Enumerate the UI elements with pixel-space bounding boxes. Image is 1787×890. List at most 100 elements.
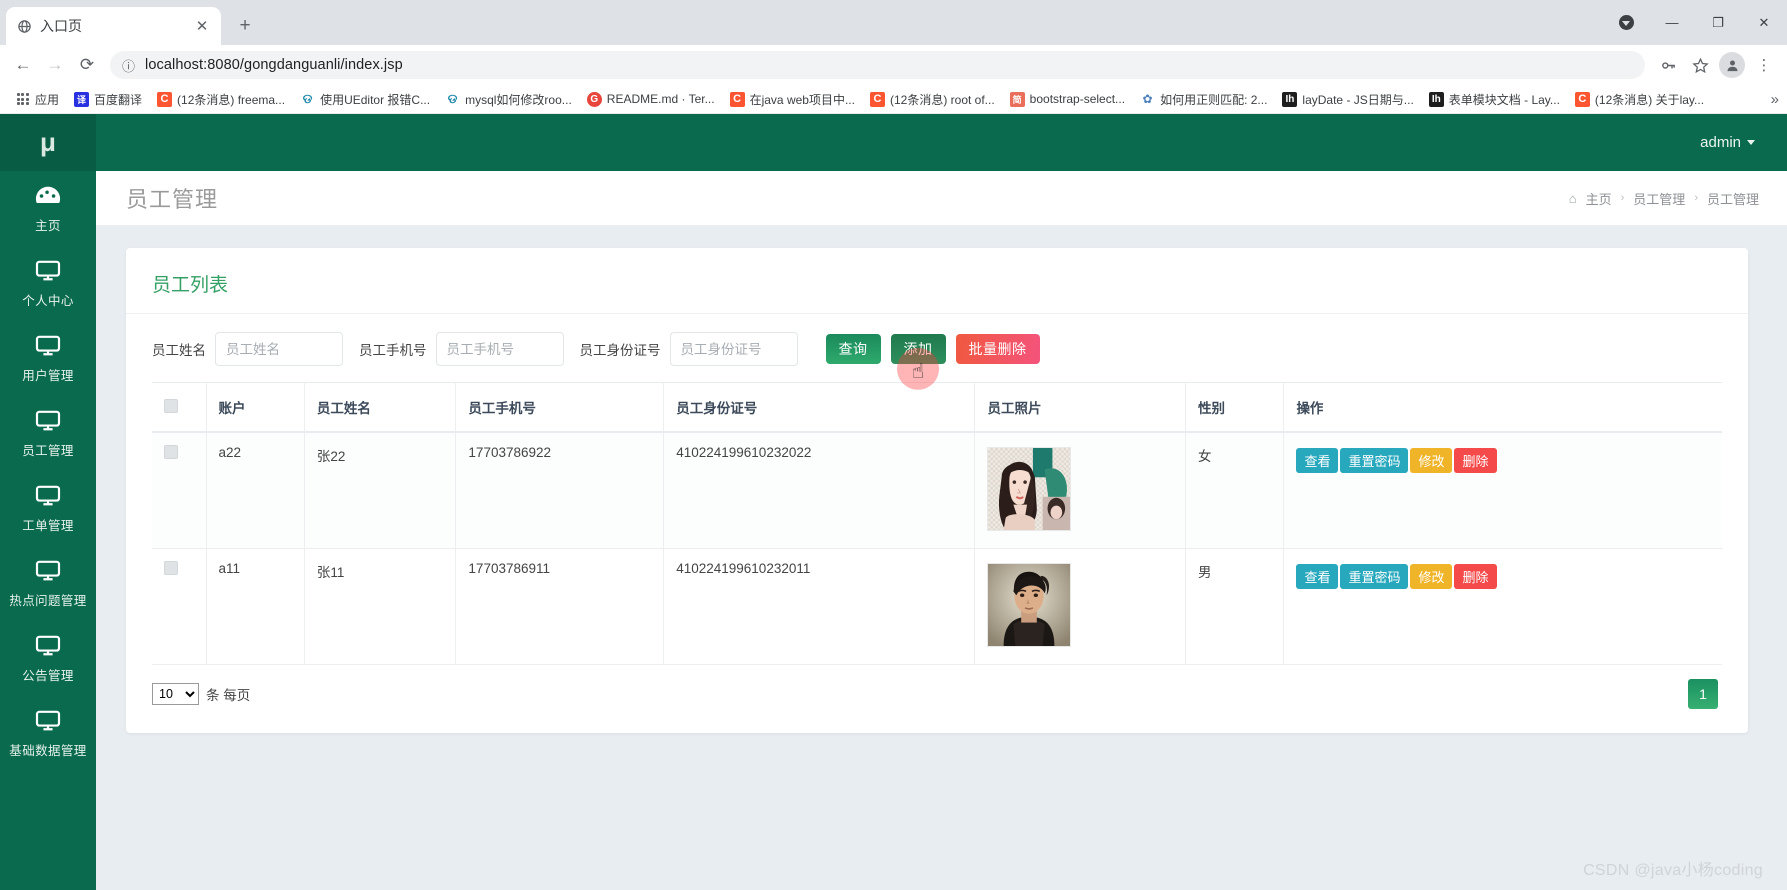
maximize-button[interactable]: ❐: [1695, 7, 1741, 39]
reset-password-button[interactable]: 重置密码: [1340, 563, 1409, 589]
monitor-icon: [33, 634, 63, 658]
edit-button[interactable]: 修改: [1410, 563, 1453, 589]
sidebar-item-home[interactable]: 主页: [0, 171, 96, 246]
back-button[interactable]: ←: [8, 50, 38, 80]
kebab-menu-icon[interactable]: ⋮: [1749, 50, 1779, 80]
page-button-1[interactable]: 1: [1688, 678, 1718, 709]
sidebar-item-label: 主页: [35, 219, 61, 233]
breadcrumb-item-module[interactable]: 员工管理: [1633, 189, 1685, 208]
bookmark-item[interactable]: Ih layDate - JS日期与...: [1275, 88, 1420, 111]
brand-logo[interactable]: μ: [0, 114, 96, 171]
delete-button[interactable]: 删除: [1454, 448, 1497, 473]
sidebar-item-announcement-management[interactable]: 公告管理: [0, 621, 96, 696]
bookmark-item[interactable]: G README.md · Ter...: [580, 89, 722, 110]
row-checkbox[interactable]: [164, 445, 178, 459]
bookmark-label: (12条消息) 关于lay...: [1594, 92, 1705, 107]
cell-account: a22: [206, 432, 305, 549]
chevron-double-right-icon[interactable]: »: [1771, 91, 1779, 108]
table-footer: 10 20 50 100 条 每页 1: [126, 665, 1748, 709]
sidebar-item-basic-data-management[interactable]: 基础数据管理: [0, 696, 96, 771]
edit-button[interactable]: 修改: [1410, 448, 1453, 473]
employee-name-input[interactable]: [215, 332, 343, 366]
bookmark-item[interactable]: Ih 表单模块文档 - Lay...: [1422, 88, 1567, 111]
batch-delete-button[interactable]: 批量删除: [955, 334, 1040, 364]
sidebar-item-label: 公告管理: [22, 669, 74, 683]
address-bar-url: localhost:8080/gongdanguanli/index.jsp: [145, 57, 403, 73]
cell-photo: [974, 432, 1187, 549]
bookmark-apps[interactable]: 应用: [8, 88, 66, 111]
page-title: 员工管理: [126, 187, 219, 212]
filter-name-label: 员工姓名: [152, 343, 206, 358]
col-operations: 操作: [1283, 382, 1722, 433]
application-root: μ 主页 个人中心 用户管理 员工管理 工单管理 热点问题管理 公告管理 基础数…: [0, 114, 1787, 890]
table-row[interactable]: a22 张22 17703786922 410224199610232022 女…: [152, 432, 1722, 549]
sidebar-item-workorder-management[interactable]: 工单管理: [0, 471, 96, 546]
profile-avatar-icon[interactable]: [1717, 50, 1747, 80]
watermark: CSDN @java小杨coding: [1583, 862, 1763, 879]
bookmark-item[interactable]: C (12条消息) freema...: [150, 88, 292, 111]
sidebar-item-hot-issue-management[interactable]: 热点问题管理: [0, 546, 96, 621]
bookmark-item[interactable]: ଡ 使用UEditor 报错C...: [293, 88, 437, 111]
sidebar-item-label: 工单管理: [22, 519, 74, 533]
new-tab-button[interactable]: +: [231, 12, 259, 40]
col-account: 账户: [206, 382, 305, 433]
star-icon[interactable]: [1685, 50, 1715, 80]
employee-photo: [987, 562, 1072, 647]
address-bar[interactable]: ⓘ localhost:8080/gongdanguanli/index.jsp: [110, 51, 1645, 79]
sidebar-item-label: 基础数据管理: [9, 744, 87, 758]
filter-idcard-label: 员工身份证号: [579, 343, 661, 358]
page-size-select[interactable]: 10 20 50 100: [152, 682, 199, 705]
breadcrumb-item-current[interactable]: 员工管理: [1707, 189, 1759, 208]
bookmark-item[interactable]: C (12条消息) 关于lay...: [1568, 88, 1711, 111]
filter-idcard-group: 员工身份证号: [580, 332, 798, 366]
reset-password-button[interactable]: 重置密码: [1340, 448, 1409, 473]
caret-down-icon: [1747, 140, 1755, 145]
add-button[interactable]: 添加: [890, 334, 946, 364]
apps-grid-icon: [15, 92, 30, 107]
reload-button[interactable]: ⟳: [72, 50, 102, 80]
csdn-icon: C: [729, 91, 745, 107]
delete-button[interactable]: 删除: [1454, 563, 1497, 589]
sidebar-item-user-management[interactable]: 用户管理: [0, 321, 96, 396]
sidebar-item-employee-management[interactable]: 员工管理: [0, 396, 96, 471]
bookmark-item[interactable]: C (12条消息) root of...: [863, 88, 1002, 111]
table-row[interactable]: a11 张11 17703786911 410224199610232011 男…: [152, 548, 1722, 665]
employee-photo-wrapper: [987, 561, 1175, 647]
monitor-icon: [33, 259, 63, 283]
bookmark-label: 使用UEditor 报错C...: [320, 92, 431, 107]
filter-phone-group: 员工手机号: [359, 332, 564, 366]
employee-idcard-input[interactable]: [669, 332, 798, 366]
employee-phone-input[interactable]: [435, 332, 564, 366]
minimize-button[interactable]: —: [1649, 7, 1695, 39]
close-window-button[interactable]: ✕: [1741, 7, 1787, 39]
view-button[interactable]: 查看: [1296, 448, 1339, 473]
breadcrumb-item-home[interactable]: 主页: [1586, 189, 1612, 208]
layui-icon: Ih: [1428, 91, 1444, 107]
bookmark-item[interactable]: C 在java web项目中...: [723, 88, 862, 111]
query-button[interactable]: 查询: [825, 334, 881, 364]
fanyi-icon: 译: [74, 91, 90, 107]
bookmark-item[interactable]: 简 bootstrap-select...: [1003, 89, 1132, 110]
tab-strip: 入口页 ✕ + — ❐ ✕: [0, 0, 1787, 45]
forward-button[interactable]: →: [40, 50, 70, 80]
user-menu[interactable]: admin: [1700, 134, 1755, 151]
breadcrumb-separator: ›: [1694, 192, 1698, 204]
cell-name: 张11: [304, 548, 457, 665]
close-icon[interactable]: ✕: [193, 17, 211, 35]
filter-actions: 查询 添加 ☝ 批量删除: [825, 334, 1040, 390]
row-select-cell: [152, 432, 207, 549]
bookmark-item[interactable]: 译 百度翻译: [67, 88, 149, 111]
sidebar: μ 主页 个人中心 用户管理 员工管理 工单管理 热点问题管理 公告管理 基础数…: [0, 114, 96, 890]
page-size-control: 10 20 50 100 条 每页: [152, 682, 250, 705]
browser-tab[interactable]: 入口页 ✕: [6, 7, 221, 45]
select-all-checkbox[interactable]: [164, 398, 178, 413]
monitor-icon: [33, 409, 63, 433]
view-button[interactable]: 查看: [1296, 563, 1339, 589]
bookmark-item[interactable]: ଡ mysql如何修改roo...: [438, 88, 579, 111]
key-icon[interactable]: [1653, 50, 1683, 80]
row-checkbox[interactable]: [164, 560, 178, 575]
bookmark-item[interactable]: ✿ 如何用正则匹配: 2...: [1133, 88, 1274, 111]
filter-name-group: 员工姓名: [152, 332, 343, 366]
extension-badge-icon[interactable]: [1603, 7, 1649, 39]
sidebar-item-profile[interactable]: 个人中心: [0, 246, 96, 321]
